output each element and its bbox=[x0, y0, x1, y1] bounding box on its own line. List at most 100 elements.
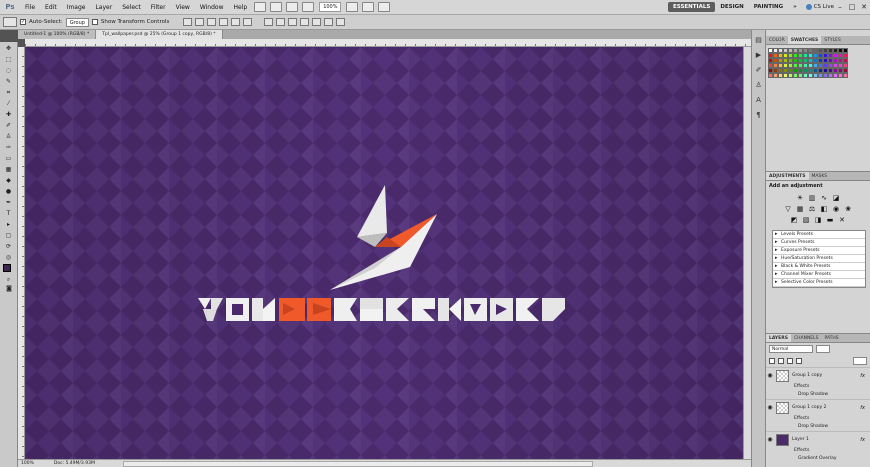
preset-black-white[interactable]: Black & White Presets bbox=[773, 263, 865, 271]
menu-select[interactable]: Select bbox=[117, 4, 146, 11]
layer-name[interactable]: Group 1 copy bbox=[792, 373, 860, 378]
brush-tool-icon[interactable]: ✐ bbox=[3, 121, 15, 130]
distribute-vcenter-icon[interactable] bbox=[276, 18, 286, 26]
tab-masks[interactable]: MASKS bbox=[809, 172, 831, 180]
hue-saturation-icon[interactable]: ▦ bbox=[796, 205, 804, 213]
workspace-essentials[interactable]: ESSENTIALS bbox=[667, 2, 716, 12]
menu-window[interactable]: Window bbox=[195, 4, 229, 11]
auto-select-dropdown[interactable]: Group bbox=[65, 17, 89, 27]
history-brush-tool-icon[interactable]: ✑ bbox=[3, 143, 15, 152]
move-tool-icon[interactable]: ✥ bbox=[3, 44, 15, 53]
3d-rotate-tool-icon[interactable]: ⟳ bbox=[3, 242, 15, 251]
dodge-tool-icon[interactable]: ● bbox=[3, 187, 15, 196]
eye-icon[interactable]: ◉ bbox=[766, 436, 774, 443]
layer-effect-item[interactable]: Gradient Overlay bbox=[766, 455, 870, 463]
paragraph-panel-icon[interactable]: ¶ bbox=[754, 111, 763, 120]
auto-align-icon[interactable] bbox=[336, 18, 346, 26]
lock-position-icon[interactable] bbox=[787, 358, 793, 364]
threshold-icon[interactable]: ◨ bbox=[814, 216, 822, 224]
cs-live-button[interactable]: CS Live bbox=[805, 4, 834, 10]
hand-tool-icon[interactable] bbox=[286, 2, 299, 12]
photo-filter-icon[interactable]: ◉ bbox=[832, 205, 840, 213]
eye-icon[interactable]: ◉ bbox=[766, 404, 774, 411]
lock-transparency-icon[interactable] bbox=[769, 358, 775, 364]
tab-adjustments[interactable]: ADJUSTMENTS bbox=[766, 172, 809, 180]
menu-help[interactable]: Help bbox=[229, 4, 253, 11]
actions-panel-icon[interactable]: ▶ bbox=[754, 51, 763, 60]
layer-effects-row[interactable]: Effects bbox=[766, 383, 870, 391]
align-bottom-icon[interactable] bbox=[207, 18, 217, 26]
tab-styles[interactable]: STYLES bbox=[821, 36, 844, 44]
marquee-tool-icon[interactable]: ⬚ bbox=[3, 55, 15, 64]
tab-swatches[interactable]: SWATCHES bbox=[787, 36, 822, 44]
fx-icon[interactable]: fx bbox=[860, 373, 865, 379]
gradient-tool-icon[interactable]: ▦ bbox=[3, 165, 15, 174]
view-extras-icon[interactable] bbox=[346, 2, 359, 12]
tab-color[interactable]: COLOR bbox=[766, 36, 788, 44]
healing-brush-tool-icon[interactable]: ✚ bbox=[3, 110, 15, 119]
gradient-map-icon[interactable]: ▬ bbox=[826, 216, 834, 224]
workspace-painting[interactable]: PAINTING bbox=[749, 2, 788, 12]
zoom-tool-icon[interactable]: ⌕ bbox=[3, 275, 15, 284]
tab-channels[interactable]: CHANNELS bbox=[791, 334, 822, 342]
eyedropper-tool-icon[interactable]: ⁄ bbox=[3, 99, 15, 108]
lock-image-icon[interactable] bbox=[778, 358, 784, 364]
status-doc-size[interactable]: Doc: 5.49M/3.93M bbox=[54, 461, 95, 466]
black-white-icon[interactable]: ◧ bbox=[820, 205, 828, 213]
preset-curves[interactable]: Curves Presets bbox=[773, 239, 865, 247]
layer-name[interactable]: Group 1 copy 2 bbox=[792, 405, 860, 410]
preset-channel-mixer[interactable]: Channel Mixer Presets bbox=[773, 271, 865, 279]
history-panel-icon[interactable]: ▤ bbox=[754, 36, 763, 45]
mini-bridge-icon[interactable] bbox=[270, 2, 283, 12]
layer-row[interactable]: ◉ Group 1 copy 2 fx bbox=[766, 399, 870, 415]
layer-row[interactable]: ◉ Group 1 copy fx bbox=[766, 367, 870, 383]
tab-wallpaper[interactable]: Tpl_wallpaper.psd @ 25% (Group 1 copy, R… bbox=[96, 30, 223, 39]
selective-color-icon[interactable]: ✕ bbox=[838, 216, 846, 224]
zoom-tool-icon[interactable] bbox=[302, 2, 315, 12]
menu-view[interactable]: View bbox=[171, 4, 195, 11]
align-top-icon[interactable] bbox=[183, 18, 193, 26]
invert-icon[interactable]: ◩ bbox=[790, 216, 798, 224]
vibrance-icon[interactable]: ▽ bbox=[784, 205, 792, 213]
align-hcenter-icon[interactable] bbox=[231, 18, 241, 26]
fill-field[interactable] bbox=[853, 357, 867, 365]
path-select-tool-icon[interactable]: ▸ bbox=[3, 220, 15, 229]
menu-layer[interactable]: Layer bbox=[90, 4, 117, 11]
horizontal-scrollbar[interactable] bbox=[122, 460, 593, 467]
tab-layers[interactable]: LAYERS bbox=[766, 334, 791, 342]
menu-image[interactable]: Image bbox=[62, 4, 91, 11]
3d-orbit-tool-icon[interactable]: ◎ bbox=[3, 253, 15, 262]
blend-mode-select[interactable]: Normal bbox=[769, 345, 813, 353]
fx-icon[interactable]: fx bbox=[860, 405, 865, 411]
blur-tool-icon[interactable]: ◆ bbox=[3, 176, 15, 185]
crop-tool-icon[interactable]: ⌗ bbox=[3, 88, 15, 97]
minimize-button[interactable]: – bbox=[834, 2, 846, 12]
align-vcenter-icon[interactable] bbox=[195, 18, 205, 26]
align-left-icon[interactable] bbox=[219, 18, 229, 26]
type-tool-icon[interactable]: T bbox=[3, 209, 15, 218]
vertical-scrollbar[interactable] bbox=[743, 47, 751, 459]
clone-stamp-tool-icon[interactable]: ♙ bbox=[3, 132, 15, 141]
status-zoom[interactable]: 100% bbox=[21, 461, 34, 466]
layer-row[interactable]: ◉ Layer 1 fx bbox=[766, 431, 870, 447]
show-transform-checkbox[interactable] bbox=[91, 19, 98, 25]
screen-mode-icon[interactable] bbox=[378, 2, 391, 12]
distribute-right-icon[interactable] bbox=[324, 18, 334, 26]
layer-name[interactable]: Layer 1 bbox=[792, 437, 860, 442]
layer-effect-item[interactable]: Drop Shadow bbox=[766, 423, 870, 431]
brush-panel-icon[interactable]: ✐ bbox=[754, 66, 763, 75]
distribute-top-icon[interactable] bbox=[264, 18, 274, 26]
swatch-grid[interactable] bbox=[766, 45, 870, 81]
channel-mixer-icon[interactable]: ❀ bbox=[844, 205, 852, 213]
preset-selective-color[interactable]: Selective Color Presets bbox=[773, 279, 865, 287]
character-panel-icon[interactable]: A bbox=[754, 96, 763, 105]
distribute-hcenter-icon[interactable] bbox=[312, 18, 322, 26]
zoom-level-select[interactable]: 100% bbox=[319, 2, 342, 12]
clone-source-panel-icon[interactable]: ♙ bbox=[754, 81, 763, 90]
move-tool-preset-icon[interactable] bbox=[3, 17, 17, 27]
bridge-icon[interactable] bbox=[254, 2, 267, 12]
fx-icon[interactable]: fx bbox=[860, 437, 865, 443]
close-button[interactable]: ✕ bbox=[858, 2, 870, 12]
layer-effects-row[interactable]: Effects bbox=[766, 415, 870, 423]
tab-untitled[interactable]: Untitled-1 @ 100% (RGB/8) * bbox=[18, 30, 97, 39]
